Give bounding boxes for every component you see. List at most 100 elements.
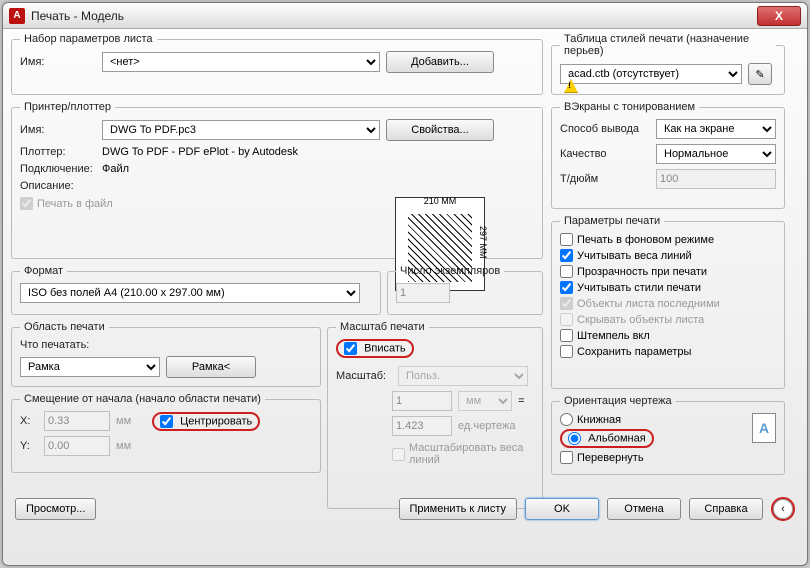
fit-circled: Вписать: [336, 339, 414, 358]
portrait-radio[interactable]: [560, 413, 573, 426]
lw-checkbox[interactable]: [560, 249, 573, 262]
center-circled: Центрировать: [152, 412, 260, 431]
last-checkbox: [560, 297, 573, 310]
plotter-value: DWG To PDF - PDF ePlot - by Autodesk: [102, 146, 298, 158]
landscape-radio[interactable]: [568, 432, 581, 445]
scale-unit-select: мм: [458, 391, 512, 411]
plot-style-edit-button[interactable]: ✎: [748, 63, 772, 85]
styles-checkbox[interactable]: [560, 281, 573, 294]
printer-legend: Принтер/плоттер: [20, 101, 115, 113]
plot-scale-group: Масштаб печати Вписать Масштаб: Польз. м…: [327, 321, 543, 509]
transp-label: Прозрачность при печати: [577, 266, 707, 278]
pagesetup-name-select[interactable]: <нет>: [102, 52, 380, 72]
transp-checkbox[interactable]: [560, 265, 573, 278]
printer-name-select[interactable]: DWG To PDF.pc3: [102, 120, 380, 140]
plot-to-file-checkbox: [20, 197, 33, 210]
save-label: Сохранить параметры: [577, 346, 691, 358]
y-input: [44, 436, 110, 456]
plot-options-legend: Параметры печати: [560, 215, 664, 227]
titlebar[interactable]: A Печать - Модель X: [3, 3, 807, 29]
x-unit: мм: [116, 415, 146, 427]
y-label: Y:: [20, 440, 38, 452]
scale-num-input: [392, 391, 452, 411]
y-unit: мм: [116, 440, 131, 452]
cancel-button[interactable]: Отмена: [607, 498, 681, 520]
paper-size-select[interactable]: ISO без полей A4 (210.00 x 297.00 мм): [20, 283, 360, 303]
copies-legend: Число экземпляров: [396, 265, 504, 277]
hide-label: Скрывать объекты листа: [577, 314, 704, 326]
hide-checkbox: [560, 313, 573, 326]
ok-button[interactable]: OK: [525, 498, 599, 520]
scale-select: Польз.: [398, 366, 528, 386]
upside-label: Перевернуть: [577, 452, 644, 464]
printer-name-label: Имя:: [20, 124, 96, 136]
plot-options-group: Параметры печати Печать в фоновом режиме…: [551, 215, 785, 389]
shaded-viewport-group: ВЭкраны с тонированием Способ вывода Как…: [551, 101, 785, 209]
plot-area-group: Область печати Что печатать: Рамка Рамка…: [11, 321, 321, 387]
preview-height: 297 MM: [478, 226, 488, 259]
scale-denom-input: [392, 416, 452, 436]
preview-button[interactable]: Просмотр...: [15, 498, 96, 520]
x-label: X:: [20, 415, 38, 427]
page-setup-legend: Набор параметров листа: [20, 33, 157, 45]
app-icon: A: [9, 8, 25, 24]
x-input: [44, 411, 110, 431]
fit-checkbox[interactable]: [344, 342, 357, 355]
copies-group: Число экземпляров: [387, 265, 543, 315]
bg-label: Печать в фоновом режиме: [577, 234, 714, 246]
orientation-icon: A: [752, 413, 776, 443]
chevron-left-icon: ‹: [781, 503, 785, 515]
dpi-input: [656, 169, 776, 189]
expand-circled: ‹: [771, 497, 795, 521]
preview-width: 210 MM: [396, 196, 484, 206]
footer: Просмотр... Применить к листу OK Отмена …: [15, 497, 795, 521]
paper-size-legend: Формат: [20, 265, 67, 277]
page-setup-group: Набор параметров листа Имя: <нет> Добави…: [11, 33, 543, 95]
connection-value: Файл: [102, 163, 129, 175]
equals-label: =: [518, 395, 524, 407]
stamp-checkbox[interactable]: [560, 329, 573, 342]
plot-to-file-label: Печать в файл: [37, 198, 113, 210]
bg-checkbox[interactable]: [560, 233, 573, 246]
upside-checkbox[interactable]: [560, 451, 573, 464]
offset-legend: Смещение от начала (начало области печат…: [20, 393, 265, 405]
save-checkbox[interactable]: [560, 345, 573, 358]
what-to-plot-label: Что печатать:: [20, 339, 89, 351]
shaded-legend: ВЭкраны с тонированием: [560, 101, 699, 113]
landscape-circled: Альбомная: [560, 429, 654, 448]
paper-size-group: Формат ISO без полей A4 (210.00 x 297.00…: [11, 265, 381, 315]
scale-lw-label: Масштабировать веса линий: [409, 442, 534, 466]
what-to-plot-select[interactable]: Рамка: [20, 357, 160, 377]
plot-scale-legend: Масштаб печати: [336, 321, 429, 333]
description-label: Описание:: [20, 180, 96, 192]
window-title: Печать - Модель: [31, 9, 757, 23]
dpi-label: Т/дюйм: [560, 173, 650, 185]
orientation-legend: Ориентация чертежа: [560, 395, 676, 407]
offset-group: Смещение от начала (начало области печат…: [11, 393, 321, 473]
shade-method-label: Способ вывода: [560, 123, 650, 135]
landscape-label: Альбомная: [588, 432, 646, 444]
help-button[interactable]: Справка: [689, 498, 763, 520]
scale-lw-checkbox: [392, 448, 405, 461]
properties-button[interactable]: Свойства...: [386, 119, 494, 141]
copies-input: [396, 283, 450, 303]
stamp-label: Штемпель вкл: [577, 330, 650, 342]
expand-button[interactable]: ‹: [773, 499, 793, 519]
window-button[interactable]: Рамка<: [166, 356, 256, 378]
plot-style-group: Таблица стилей печати (назначение перьев…: [551, 33, 785, 95]
apply-button[interactable]: Применить к листу: [399, 498, 518, 520]
plot-area-legend: Область печати: [20, 321, 109, 333]
plotter-label: Плоттер:: [20, 146, 96, 158]
quality-select[interactable]: Нормальное: [656, 144, 776, 164]
drawing-units-label: ед.чертежа: [458, 420, 515, 432]
center-label: Центрировать: [180, 415, 252, 427]
center-checkbox[interactable]: [160, 415, 173, 428]
last-label: Объекты листа последними: [577, 298, 720, 310]
pagesetup-name-label: Имя:: [20, 56, 96, 68]
close-button[interactable]: X: [757, 6, 801, 26]
scale-label: Масштаб:: [336, 370, 392, 382]
fit-label: Вписать: [364, 342, 406, 354]
plot-style-select[interactable]: acad.ctb (отсутствует): [560, 64, 742, 84]
add-button[interactable]: Добавить...: [386, 51, 494, 73]
shade-method-select[interactable]: Как на экране: [656, 119, 776, 139]
